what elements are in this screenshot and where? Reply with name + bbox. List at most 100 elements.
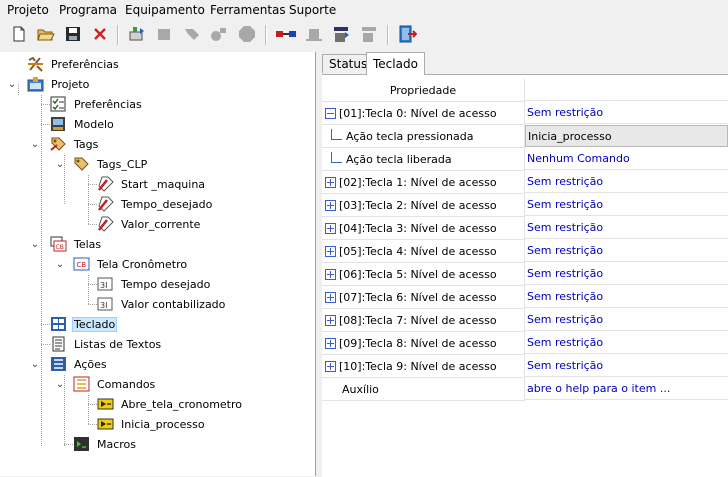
add-device-icon[interactable] xyxy=(126,23,148,45)
row-value[interactable]: Sem restrição xyxy=(525,309,728,331)
tree-item-preferencias-root[interactable]: Preferências xyxy=(27,55,121,73)
tag-icon[interactable] xyxy=(181,23,203,45)
row-value[interactable]: Sem restrição xyxy=(525,263,728,285)
project-tree[interactable]: ⌄ ⌄ ⌄ ⌄ ⌄ ⌄ ⌄ Preferências Projeto Prefe… xyxy=(0,52,316,476)
tree-item-start-maquina[interactable]: Start _maquina xyxy=(97,175,207,193)
collapse-icon[interactable] xyxy=(325,107,336,119)
tree-line xyxy=(88,224,97,225)
close-icon[interactable] xyxy=(89,23,111,45)
toolbar xyxy=(0,21,728,49)
tree-item-projeto[interactable]: Projeto xyxy=(27,75,91,93)
child-connector-icon xyxy=(331,128,342,140)
tools-icon xyxy=(27,56,44,72)
plug-icon[interactable] xyxy=(303,23,325,45)
row-value-input[interactable]: Inicia_processo xyxy=(525,125,728,147)
tree-expand-projeto[interactable]: ⌄ xyxy=(7,79,17,90)
tree-item-tags[interactable]: Tags xyxy=(50,135,100,153)
exit-icon[interactable] xyxy=(396,23,418,45)
tree-item-telas[interactable]: CB Telas xyxy=(50,235,103,253)
tree-expand-comandos[interactable]: ⌄ xyxy=(55,379,65,390)
table-row[interactable]: [05]:Tecla 4: Nível de acesso Sem restri… xyxy=(322,240,728,263)
tree-item-tela-cronometro[interactable]: CB Tela Cronômetro xyxy=(73,255,189,273)
tab-teclado[interactable]: Teclado xyxy=(366,52,425,75)
tree-line xyxy=(88,204,97,205)
new-file-icon[interactable] xyxy=(8,23,30,45)
table-row[interactable]: [08]:Tecla 7: Nível de acesso Sem restri… xyxy=(322,309,728,332)
stop-icon[interactable] xyxy=(236,23,258,45)
expand-icon[interactable] xyxy=(325,291,336,303)
tree-item-listas-textos[interactable]: Listas de Textos xyxy=(50,335,163,353)
tree-item-macros[interactable]: Macros xyxy=(73,435,138,453)
table-row[interactable]: [04]:Tecla 3: Nível de acesso Sem restri… xyxy=(322,217,728,240)
tree-item-inicia-processo[interactable]: Inicia_processo xyxy=(97,415,207,433)
row-value[interactable]: Sem restrição xyxy=(525,171,728,193)
tree-item-tempo-desejado-obj[interactable]: 3I Tempo desejado xyxy=(97,275,212,293)
expand-icon[interactable] xyxy=(325,176,336,188)
row-value[interactable]: Sem restrição xyxy=(525,286,728,308)
tree-expand-telas[interactable]: ⌄ xyxy=(30,239,40,250)
menu-projeto[interactable]: Projeto xyxy=(7,3,49,17)
table-row[interactable]: [02]:Tecla 1: Nível de acesso Sem restri… xyxy=(322,171,728,194)
tree-expand-tela-cronometro[interactable]: ⌄ xyxy=(55,259,65,270)
row-value[interactable]: Sem restrição xyxy=(525,217,728,239)
save-icon[interactable] xyxy=(62,23,84,45)
tree-item-tags-clp[interactable]: Tags_CLP xyxy=(73,155,149,173)
device-model-icon xyxy=(50,116,67,132)
tree-item-acoes[interactable]: Ações xyxy=(50,355,109,373)
component-icon[interactable] xyxy=(153,23,175,45)
child-connector-icon xyxy=(331,151,342,163)
tree-item-tempo-desejado[interactable]: Tempo_desejado xyxy=(97,195,214,213)
table-row[interactable]: [01]:Tecla 0: Nível de acesso Sem restri… xyxy=(322,102,728,125)
expand-icon[interactable] xyxy=(325,222,336,234)
table-row[interactable]: [06]:Tecla 5: Nível de acesso Sem restri… xyxy=(322,263,728,286)
expand-icon[interactable] xyxy=(325,199,336,211)
table-row[interactable]: [10]:Tecla 9: Nível de acesso Sem restri… xyxy=(322,355,728,378)
column-header-propriedade: Propriedade xyxy=(322,79,525,102)
tree-line xyxy=(41,104,50,105)
table-row[interactable]: Ação tecla pressionada Inicia_processo xyxy=(322,125,728,148)
row-value[interactable]: Sem restrição xyxy=(525,332,728,354)
help-link[interactable]: abre o help para o item ... xyxy=(525,378,728,400)
upload-icon[interactable] xyxy=(358,23,380,45)
row-label: Ação tecla pressionada xyxy=(346,129,474,143)
tree-item-preferencias[interactable]: Preferências xyxy=(50,95,144,113)
row-value[interactable]: Sem restrição xyxy=(525,102,728,124)
row-value[interactable]: Sem restrição xyxy=(525,194,728,216)
tree-item-valor-corrente[interactable]: Valor_corrente xyxy=(97,215,202,233)
row-value[interactable]: Sem restrição xyxy=(525,240,728,262)
tree-expand-acoes[interactable]: ⌄ xyxy=(30,359,40,370)
table-row[interactable]: [03]:Tecla 2: Nível de acesso Sem restri… xyxy=(322,194,728,217)
expand-icon[interactable] xyxy=(325,268,336,280)
menu-ferramentas[interactable]: Ferramentas xyxy=(210,3,286,17)
tree-item-modelo[interactable]: Modelo xyxy=(50,115,116,133)
table-row[interactable]: Ação tecla liberada Nenhum Comando xyxy=(322,148,728,171)
expand-icon[interactable] xyxy=(325,314,336,326)
tag-folder-icon xyxy=(73,156,90,172)
menu-suporte[interactable]: Suporte xyxy=(289,3,336,17)
tree-item-teclado[interactable]: Teclado xyxy=(50,315,118,333)
table-row[interactable]: Auxílio abre o help para o item ... xyxy=(322,378,728,401)
tree-item-valor-contabilizado[interactable]: 3I Valor contabilizado xyxy=(97,295,227,313)
row-value[interactable]: Nenhum Comando xyxy=(525,148,728,170)
table-row[interactable]: [09]:Tecla 8: Nível de acesso Sem restri… xyxy=(322,332,728,355)
tree-item-comandos[interactable]: Comandos xyxy=(73,375,157,393)
tree-expand-tags[interactable]: ⌄ xyxy=(30,139,40,150)
menu-equipamento[interactable]: Equipamento xyxy=(125,3,205,17)
expand-icon[interactable] xyxy=(325,337,336,349)
compile-icon[interactable] xyxy=(208,23,230,45)
connect-icon[interactable] xyxy=(275,23,297,45)
table-row[interactable]: [07]:Tecla 6: Nível de acesso Sem restri… xyxy=(322,286,728,309)
expand-icon[interactable] xyxy=(325,245,336,257)
menu-programa[interactable]: Programa xyxy=(59,3,117,17)
toolbar-separator xyxy=(117,25,119,45)
row-label: [04]:Tecla 3: Nível de acesso xyxy=(339,221,497,235)
open-folder-icon[interactable] xyxy=(35,23,57,45)
tree-item-abre-tela-cronometro[interactable]: Abre_tela_cronometro xyxy=(97,395,244,413)
column-header-value xyxy=(525,79,728,101)
row-label: [03]:Tecla 2: Nível de acesso xyxy=(339,198,497,212)
download-icon[interactable] xyxy=(330,23,352,45)
expand-icon[interactable] xyxy=(325,360,336,372)
row-value[interactable]: Sem restrição xyxy=(525,355,728,377)
row-label: [07]:Tecla 6: Nível de acesso xyxy=(339,290,497,304)
tree-expand-tags-clp[interactable]: ⌄ xyxy=(55,159,65,170)
